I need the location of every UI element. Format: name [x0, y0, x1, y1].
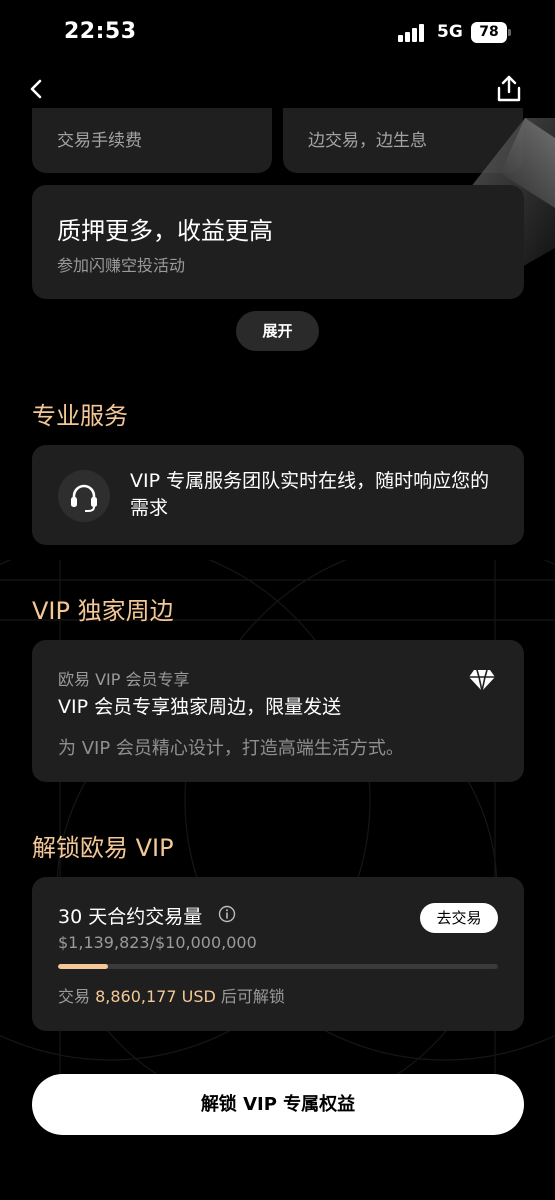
headset-icon-wrap [58, 470, 110, 522]
network-type: 5G [437, 22, 463, 42]
merch-label: 欧易 VIP 会员专享 [58, 670, 190, 689]
unlock-vip-button[interactable]: 解锁 VIP 专属权益 [32, 1074, 524, 1135]
pro-service-text: VIP 专属服务团队实时在线，随时响应您的需求 [130, 470, 490, 519]
battery-level: 78 [471, 22, 507, 43]
pledge-benefit-card[interactable]: 质押更多，收益更高 参加闪赚空投活动 [32, 185, 524, 299]
section-title-unlock-vip: 解锁欧易 VIP [32, 834, 174, 862]
remaining-suffix: 后可解锁 [220, 987, 285, 1006]
pledge-subtitle: 参加闪赚空投活动 [57, 256, 186, 275]
battery-icon: 78 [471, 22, 511, 43]
go-trade-button[interactable]: 去交易 [420, 903, 498, 933]
status-time: 22:53 [64, 19, 137, 44]
status-bar: 22:53 5G 78 [0, 0, 555, 66]
volume-value: $1,139,823/$10,000,000 [58, 933, 257, 952]
expand-button[interactable]: 展开 [236, 311, 319, 351]
headset-icon [71, 484, 97, 512]
earn-benefit-text: 边交易，边生息 [308, 131, 427, 151]
remaining-prefix: 交易 [58, 987, 91, 1006]
fee-benefit-text: 交易手续费 [57, 131, 142, 151]
remaining-text: 交易 8,860,177 USD 后可解锁 [58, 983, 285, 1007]
section-title-pro-service: 专业服务 [32, 402, 128, 430]
pro-service-card[interactable]: VIP 专属服务团队实时在线，随时响应您的需求 [32, 445, 524, 545]
merch-description: 为 VIP 会员精心设计，打造高端生活方式。 [58, 738, 404, 759]
section-title-vip-merch: VIP 独家周边 [32, 597, 174, 625]
chevron-left-icon[interactable] [26, 76, 48, 102]
volume-label: 30 天合约交易量 [58, 906, 203, 928]
diamond-icon [469, 669, 495, 692]
remaining-amount: 8,860,177 USD [95, 987, 216, 1006]
merch-headline: VIP 会员专享独家周边，限量发送 [58, 696, 342, 718]
signal-icon [398, 24, 428, 42]
volume-progress-bar [58, 964, 498, 969]
volume-progress-fill [58, 964, 109, 969]
vip-merch-card[interactable]: 欧易 VIP 会员专享 VIP 会员专享独家周边，限量发送 为 VIP 会员精心… [32, 640, 524, 782]
unlock-progress-card: 30 天合约交易量 $1,139,823/$10,000,000 去交易 交易 … [32, 877, 524, 1031]
fee-benefit-card[interactable]: 交易手续费 [32, 108, 272, 173]
share-icon[interactable] [494, 74, 524, 104]
pledge-title: 质押更多，收益更高 [57, 217, 273, 245]
info-icon[interactable] [218, 905, 236, 923]
